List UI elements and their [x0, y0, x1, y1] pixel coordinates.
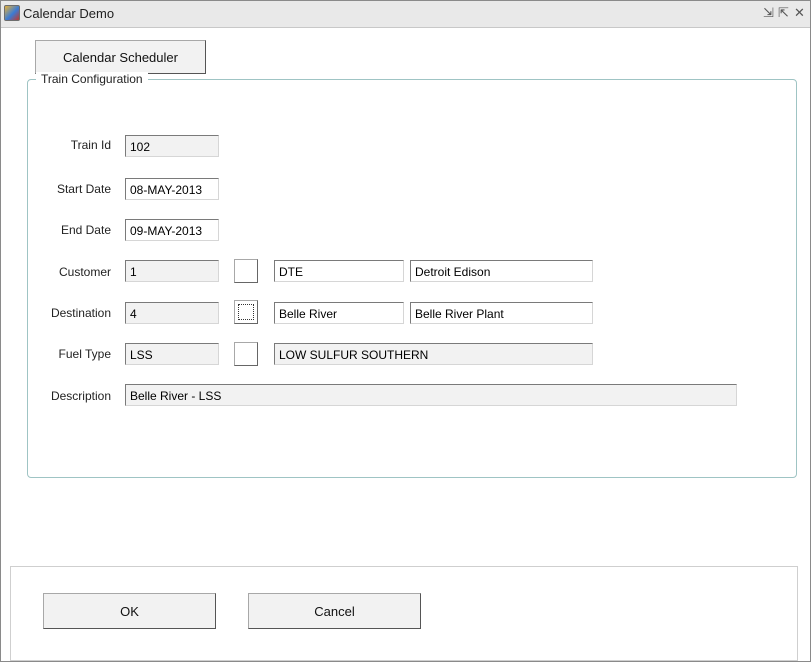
window-content: Calendar Scheduler Train Configuration T… [1, 28, 810, 661]
title-bar: Calendar Demo ⇲ ⇱ ✕ [1, 1, 810, 28]
cancel-button[interactable]: Cancel [248, 593, 421, 629]
customer-id-field[interactable]: 1 [125, 260, 219, 282]
fuel-type-label: Fuel Type [58, 347, 111, 361]
destination-code-field[interactable]: Belle River [274, 302, 404, 324]
minimize-icon[interactable]: ⇲ [763, 5, 774, 21]
fuel-type-id-field[interactable]: LSS [125, 343, 219, 365]
fuel-type-lov-button[interactable] [234, 342, 258, 366]
train-id-label: Train Id [70, 138, 111, 152]
start-date-field[interactable]: 08-MAY-2013 [125, 178, 219, 200]
maximize-icon[interactable]: ⇱ [778, 5, 789, 21]
destination-label: Destination [50, 306, 111, 320]
destination-lov-button[interactable] [234, 300, 258, 324]
app-icon [4, 5, 20, 21]
customer-label: Customer [58, 265, 111, 279]
end-date-field[interactable]: 09-MAY-2013 [125, 219, 219, 241]
destination-id-field[interactable]: 4 [125, 302, 219, 324]
calendar-scheduler-button[interactable]: Calendar Scheduler [35, 40, 206, 74]
calendar-demo-window: Calendar Demo ⇲ ⇱ ✕ Calendar Scheduler T… [0, 0, 811, 662]
description-label: Description [50, 389, 111, 403]
group-legend: Train Configuration [36, 72, 148, 86]
window-title: Calendar Demo [23, 6, 115, 21]
ok-button[interactable]: OK [43, 593, 216, 629]
close-icon[interactable]: ✕ [794, 5, 805, 21]
customer-lov-button[interactable] [234, 259, 258, 283]
customer-code-field[interactable]: DTE [274, 260, 404, 282]
description-field[interactable]: Belle River - LSS [125, 384, 737, 406]
train-id-field[interactable]: 102 [125, 135, 219, 157]
end-date-label: End Date [60, 223, 111, 237]
destination-name-field[interactable]: Belle River Plant [410, 302, 593, 324]
fuel-type-name-field[interactable]: LOW SULFUR SOUTHERN [274, 343, 593, 365]
customer-name-field[interactable]: Detroit Edison [410, 260, 593, 282]
start-date-label: Start Date [56, 182, 111, 196]
